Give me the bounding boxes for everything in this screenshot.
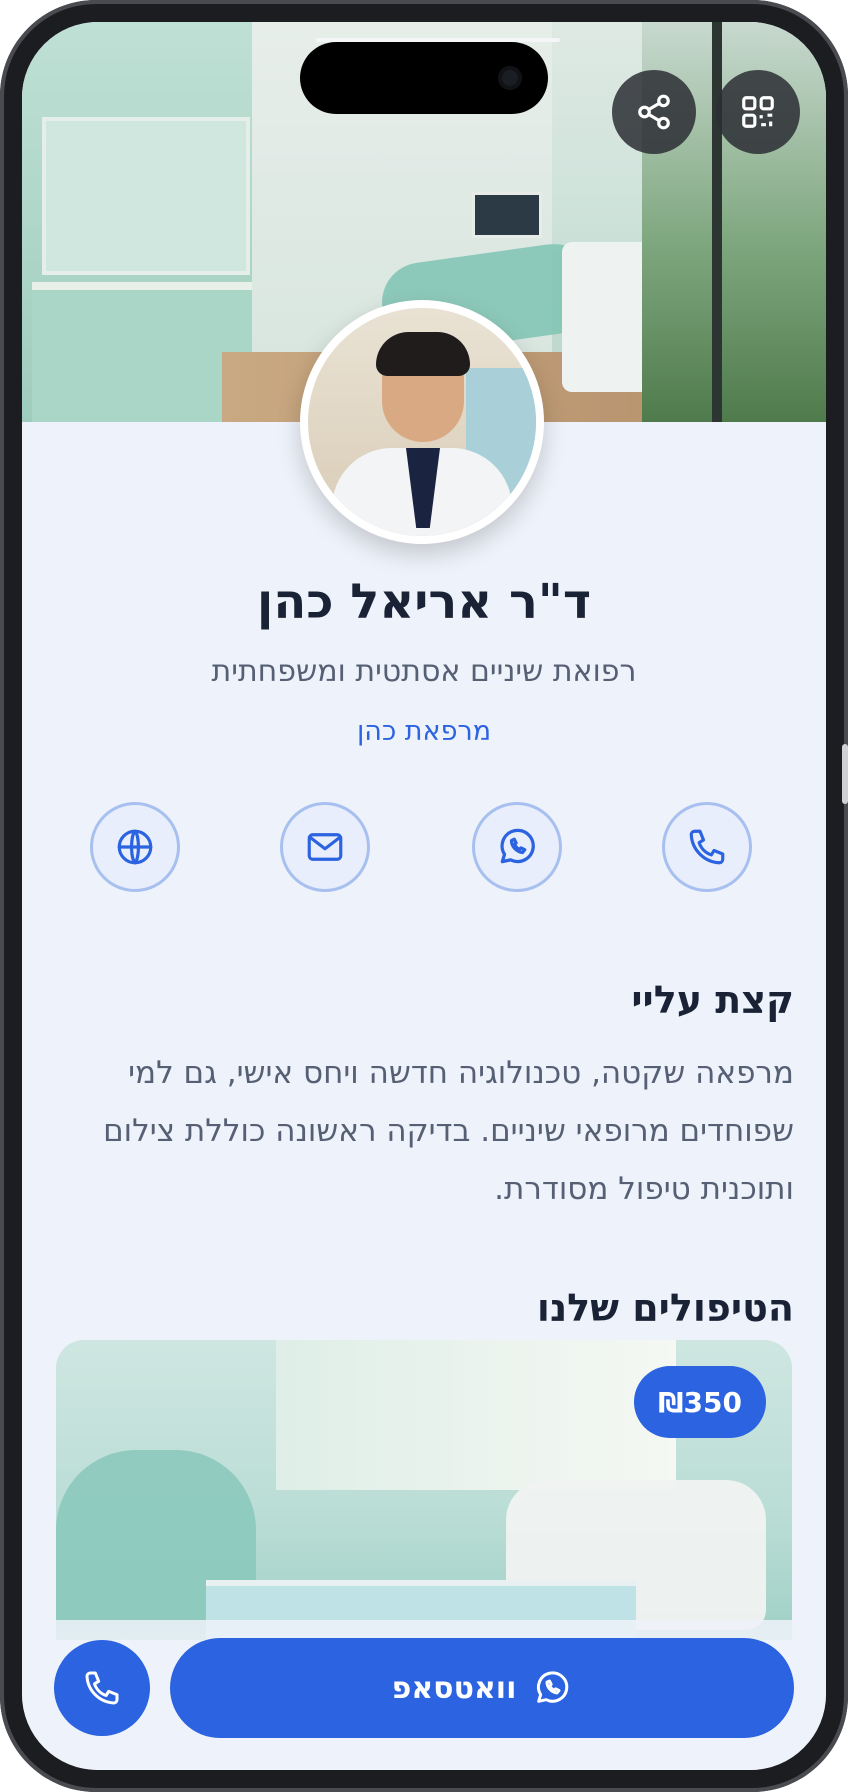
share-icon xyxy=(638,94,670,130)
phone-frame: ד"ר אריאל כהן רפואת שיניים אסתטית ומשפחת… xyxy=(0,0,848,1792)
phone-icon xyxy=(689,829,725,865)
whatsapp-icon xyxy=(500,828,535,864)
mail-icon xyxy=(307,833,343,861)
dynamic-island xyxy=(300,42,548,114)
profile-name: ד"ר אריאל כהן xyxy=(256,574,592,630)
globe-icon xyxy=(117,829,153,865)
clinic-name: מרפאת כהן xyxy=(356,716,492,747)
services-title: הטיפולים שלנו xyxy=(536,1286,794,1330)
whatsapp-icon xyxy=(537,1671,569,1703)
phone-button[interactable] xyxy=(662,802,752,892)
about-title: קצת עליי xyxy=(631,978,794,1022)
profile-subtitle: רפואת שיניים אסתטית ומשפחתית xyxy=(211,654,637,689)
side-button xyxy=(842,744,848,804)
qr-code-button[interactable] xyxy=(716,70,800,154)
email-button[interactable] xyxy=(280,802,370,892)
avatar xyxy=(300,300,544,544)
price-badge: ₪350 xyxy=(634,1366,766,1438)
share-button[interactable] xyxy=(612,70,696,154)
whatsapp-button[interactable] xyxy=(472,802,562,892)
website-button[interactable] xyxy=(90,802,180,892)
contact-actions xyxy=(22,802,826,898)
qr-code-icon xyxy=(742,96,774,128)
screen: ד"ר אריאל כהן רפואת שיניים אסתטית ומשפחת… xyxy=(22,22,826,1770)
service-card[interactable]: ₪350 xyxy=(56,1340,792,1640)
whatsapp-cta-label: וואטסאפ xyxy=(391,1670,517,1706)
call-button[interactable] xyxy=(54,1640,150,1736)
about-text: מרפאה שקטה, טכנולוגיה חדשה ויחס אישי, גם… xyxy=(103,1055,794,1207)
phone-icon xyxy=(85,1671,119,1705)
whatsapp-cta-button[interactable]: וואטסאפ xyxy=(170,1638,794,1738)
